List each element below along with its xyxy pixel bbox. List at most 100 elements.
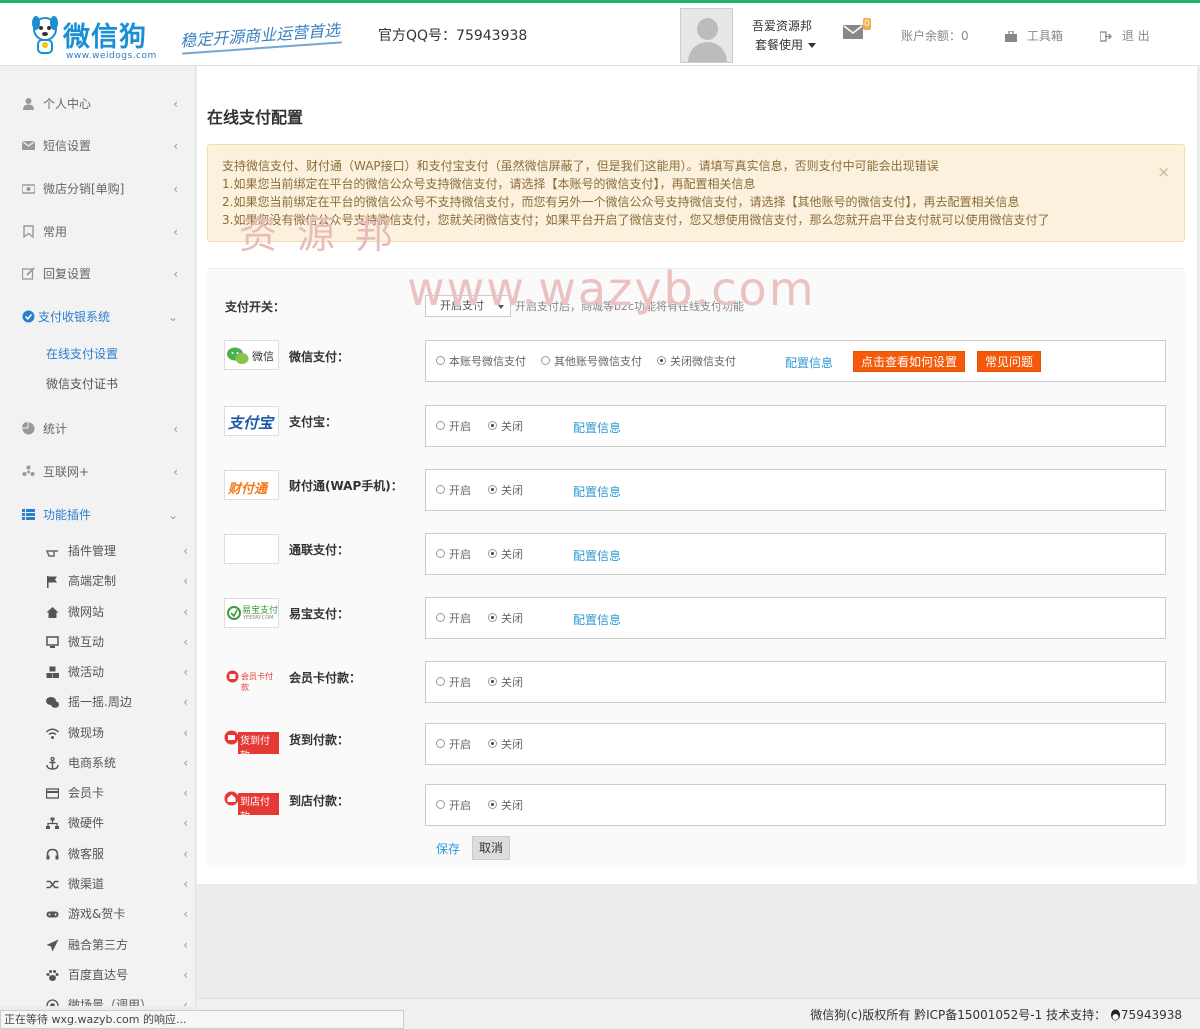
plugin-item-shake[interactable]: 摇一摇.周边 ‹ xyxy=(0,691,195,713)
plugin-item-micro-activity[interactable]: 微活动 ‹ xyxy=(0,661,195,683)
plugin-item-games[interactable]: 游戏&贺卡 ‹ xyxy=(0,903,195,925)
radio-alipay-on[interactable]: 开启 xyxy=(436,420,471,434)
allinpay-config-link[interactable]: 配置信息 xyxy=(573,547,621,564)
yeepay-config-link[interactable]: 配置信息 xyxy=(573,611,621,628)
radio-label: 关闭 xyxy=(501,612,523,625)
pay-row-tenpay: 财付通 财付通(WAP手机)： 开启 关闭 配置信息 xyxy=(197,469,1197,513)
radio-cod-off[interactable]: 关闭 xyxy=(488,738,523,752)
plugin-item-member-card[interactable]: 会员卡 ‹ xyxy=(0,782,195,804)
yeepay-options: 开启 关闭 配置信息 xyxy=(425,597,1166,639)
radio-dot-selected xyxy=(488,484,497,494)
cancel-button[interactable]: 取消 xyxy=(472,836,510,860)
tenpay-logo-text: 财付通 xyxy=(228,482,268,497)
gamepad-icon xyxy=(46,911,59,918)
chevron-left-icon: ‹ xyxy=(183,907,188,921)
radio-yeepay-on[interactable]: 开启 xyxy=(436,612,471,626)
user-plan-menu[interactable]: 套餐使用 xyxy=(755,36,817,53)
radio-dot-selected xyxy=(657,355,666,365)
sidebar-item-sms-settings[interactable]: 短信设置 ‹ xyxy=(0,131,195,161)
footer-text: 微信狗(c)版权所有 黔ICP备15001052号-1 技术支持： xyxy=(810,1008,1107,1022)
chevron-left-icon: ‹ xyxy=(173,97,178,111)
avatar[interactable] xyxy=(680,8,733,63)
mail-icon[interactable] xyxy=(843,25,863,39)
close-icon[interactable]: × xyxy=(1157,163,1170,181)
plugin-item-label: 微客服 xyxy=(68,847,105,861)
sidebar-subitem-wechat-cert[interactable]: 微信支付证书 xyxy=(46,374,118,394)
page-title: 在线支付配置 xyxy=(207,108,304,127)
radio-allinpay-off[interactable]: 关闭 xyxy=(488,548,523,562)
plugin-item-channel[interactable]: 微渠道 ‹ xyxy=(0,873,195,895)
faq-button[interactable]: 常见问题 xyxy=(977,351,1042,372)
radio-member-card-off[interactable]: 关闭 xyxy=(488,676,523,690)
sidebar-item-personal-center[interactable]: 个人中心 ‹ xyxy=(0,89,195,119)
sidebar-item-internet-plus[interactable]: 互联网+ ‹ xyxy=(0,457,195,487)
radio-dot xyxy=(541,355,550,365)
sidebar-item-plugins[interactable]: 功能插件 ⌄ xyxy=(0,500,195,530)
radio-dot xyxy=(436,799,445,809)
plugin-item-baidu[interactable]: 百度直达号 ‹ xyxy=(0,964,195,986)
radio-member-card-on[interactable]: 开启 xyxy=(436,676,471,690)
plugin-item-ecommerce[interactable]: 电商系统 ‹ xyxy=(0,752,195,774)
avatar-body xyxy=(688,42,727,62)
radio-tenpay-on[interactable]: 开启 xyxy=(436,484,471,498)
alipay-config-link[interactable]: 配置信息 xyxy=(573,419,621,436)
pay-row-alipay: 支付宝 支付宝： 开启 关闭 配置信息 xyxy=(197,405,1197,449)
list-icon xyxy=(22,509,35,520)
radio-own-account-wechat[interactable]: 本账号微信支付 xyxy=(436,355,526,369)
mail-count-badge: 0 xyxy=(863,18,871,30)
sidebar-item-payment-system[interactable]: 支付收银系统 ⌄ xyxy=(0,302,195,332)
target-icon xyxy=(46,999,59,1006)
plugin-item-hardware[interactable]: 微硬件 ‹ xyxy=(0,812,195,834)
footer-copyright: 微信狗(c)版权所有 黔ICP备15001052号-1 技术支持： 759439… xyxy=(810,1006,1182,1023)
chevron-left-icon: ‹ xyxy=(173,139,178,153)
plugin-item-label: 微互动 xyxy=(68,635,105,649)
howto-button[interactable]: 点击查看如何设置 xyxy=(853,351,966,372)
radio-other-account-wechat[interactable]: 其他账号微信支付 xyxy=(541,355,642,369)
yeepay-logo-icon xyxy=(227,606,241,620)
sidebar-subitem-online-payment[interactable]: 在线支付设置 xyxy=(46,344,118,364)
radio-allinpay-on[interactable]: 开启 xyxy=(436,548,471,562)
radio-yeepay-off[interactable]: 关闭 xyxy=(488,612,523,626)
plugin-item-third-party[interactable]: 融合第三方 ‹ xyxy=(0,934,195,956)
plugin-item-label: 微场景（调用） xyxy=(68,998,153,1006)
envelope-icon xyxy=(22,141,35,150)
radio-dot-selected xyxy=(488,799,497,809)
tenpay-config-link[interactable]: 配置信息 xyxy=(573,483,621,500)
watermark-main: www.wazyb.com xyxy=(407,262,816,316)
radio-in-store-on[interactable]: 开启 xyxy=(436,799,471,813)
sidebar-item-micro-shop[interactable]: 微店分销[单购] ‹ xyxy=(0,174,195,204)
sidebar-item-common[interactable]: 常用 ‹ xyxy=(0,217,195,247)
radio-close-wechat[interactable]: 关闭微信支付 xyxy=(657,355,736,369)
plugin-item-micro-site[interactable]: 微网站 ‹ xyxy=(0,601,195,623)
save-button[interactable]: 保存 xyxy=(436,840,460,857)
plugin-item-micro-scenes[interactable]: 微场景（调用） ‹ xyxy=(0,994,195,1006)
random-icon xyxy=(46,880,59,889)
member-card-options: 开启 关闭 xyxy=(425,661,1166,703)
plugin-item-plugin-manage[interactable]: 插件管理 ‹ xyxy=(0,540,195,562)
in-store-logo-text: 到店付款 xyxy=(238,793,279,815)
wechat-config-link[interactable]: 配置信息 xyxy=(785,354,833,371)
radio-alipay-off[interactable]: 关闭 xyxy=(488,420,523,434)
headphones-icon xyxy=(46,848,59,860)
radio-in-store-off[interactable]: 关闭 xyxy=(488,799,523,813)
logout-link[interactable]: 退 出 xyxy=(1100,27,1150,44)
cod-logo-icon xyxy=(224,730,239,745)
logo[interactable]: 微信狗 www.weidogs.com xyxy=(30,11,170,61)
home-icon xyxy=(46,607,59,618)
radio-dot xyxy=(436,676,445,686)
in-store-logo: 到店付款 xyxy=(224,785,279,815)
toolbox-link[interactable]: 工具箱 xyxy=(1005,27,1063,44)
member-card-label: 会员卡付款： xyxy=(289,671,362,685)
radio-cod-on[interactable]: 开启 xyxy=(436,738,471,752)
plugin-item-micro-interact[interactable]: 微互动 ‹ xyxy=(0,631,195,653)
sidebar-item-statistics[interactable]: 统计 ‹ xyxy=(0,414,195,444)
radio-label: 关闭微信支付 xyxy=(670,355,736,368)
chevron-left-icon: ‹ xyxy=(183,816,188,830)
in-store-options: 开启 关闭 xyxy=(425,784,1166,826)
allinpay-options: 开启 关闭 配置信息 xyxy=(425,533,1166,575)
plugin-item-customer-service[interactable]: 微客服 ‹ xyxy=(0,843,195,865)
sidebar-item-reply-settings[interactable]: 回复设置 ‹ xyxy=(0,259,195,289)
plugin-item-micro-scene[interactable]: 微现场 ‹ xyxy=(0,722,195,744)
plugin-item-custom[interactable]: 高端定制 ‹ xyxy=(0,570,195,592)
radio-tenpay-off[interactable]: 关闭 xyxy=(488,484,523,498)
